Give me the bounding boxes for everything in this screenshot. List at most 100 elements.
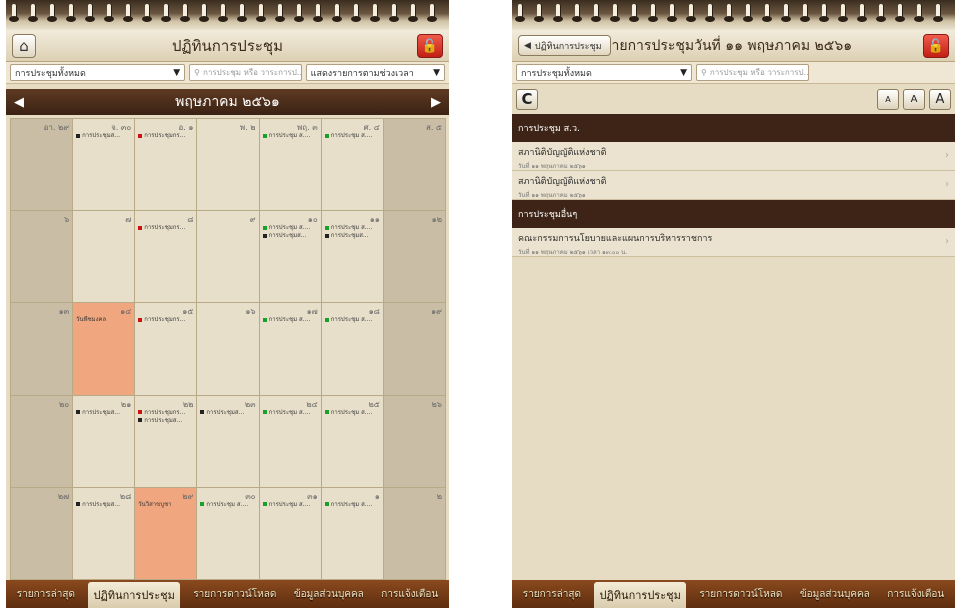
calendar-day-cell[interactable]: ๒๗ — [11, 487, 73, 579]
calendar-day-cell[interactable]: ๖ — [11, 211, 73, 303]
tab-item[interactable]: การแจ้งเตือน — [377, 587, 442, 608]
search-input[interactable]: ⚲ การประชุม หรือ วาระการป... — [189, 64, 302, 81]
calendar-event[interactable]: การประชุมส... — [263, 232, 318, 240]
page-title: ปฏิทินการประชุม — [172, 36, 283, 55]
calendar-day-cell[interactable]: ๑๙ — [383, 303, 445, 395]
font-medium-button[interactable]: A — [903, 88, 925, 110]
calendar-event[interactable]: การประชุมส... — [76, 501, 131, 509]
calendar-day-cell[interactable]: ๙ — [197, 211, 259, 303]
calendar-day-cell[interactable]: ๓๐ การประชุม ส.... — [197, 487, 259, 579]
calendar-day-cell[interactable]: ๒๐ — [11, 395, 73, 487]
calendar-day-cell[interactable]: ๑๒ — [383, 211, 445, 303]
calendar-event[interactable]: การประชุม ส.... — [325, 224, 380, 232]
calendar-day-cell[interactable]: อา. ๒๙ — [11, 119, 73, 211]
calendar-day-cell[interactable]: ๑๗ การประชุม ส.... — [259, 303, 321, 395]
calendar-day-cell[interactable]: ๒๒ การประชุมกร... การประชุมส... — [135, 395, 197, 487]
meeting-title: สภานิติบัญญัติแห่งชาติ — [518, 177, 607, 187]
day-number: ๑๔ — [120, 307, 132, 317]
view-mode-select[interactable]: แสดงรายการตามช่วงเวลา ▼ — [305, 64, 445, 81]
home-button[interactable]: ⌂ — [12, 34, 36, 58]
search-input[interactable]: ⚲ การประชุม หรือ วาระการป... — [696, 64, 809, 81]
tab-item[interactable]: รายการล่าสุด — [519, 587, 585, 608]
calendar-event[interactable]: การประชุมกร... — [138, 132, 193, 140]
calendar-event[interactable]: การประชุม ส.... — [263, 316, 318, 324]
meeting-filter-select[interactable]: การประชุมทั้งหมด ▼ — [10, 64, 186, 81]
tab-item[interactable]: ข้อมูลส่วนบุคคล — [290, 587, 368, 608]
tab-item[interactable]: ข้อมูลส่วนบุคคล — [796, 587, 874, 608]
calendar-event[interactable]: วันวิสาขบูชา — [138, 501, 193, 509]
meeting-list-item[interactable]: สภานิติบัญญัติแห่งชาติ วันที่ ๑๑ พฤษภาคม … — [512, 142, 955, 171]
calendar-day-cell[interactable]: ๒๕ การประชุม ส.... — [321, 395, 383, 487]
calendar-event[interactable]: การประชุมส... — [76, 409, 131, 417]
calendar-day-cell[interactable]: ๒๑ การประชุมส... — [73, 395, 135, 487]
tab-bar: รายการล่าสุด ปฏิทินการประชุม รายการดาวน์โห… — [6, 580, 449, 608]
calendar-day-cell[interactable]: ศ. ๔การประชุม ส.... — [321, 119, 383, 211]
calendar-day-cell[interactable]: ๓๑ การประชุม ส.... — [259, 487, 321, 579]
font-small-button[interactable]: A — [877, 88, 899, 110]
calendar-day-cell[interactable]: ๑๓ — [11, 303, 73, 395]
refresh-button[interactable]: C — [516, 88, 538, 110]
day-number: ๑๓ — [58, 307, 70, 317]
list-toolbar: C A A A — [512, 84, 955, 114]
section-header: การประชุม ส.ว. — [512, 114, 955, 142]
calendar-day-cell[interactable]: ๑๔ วันพืชมงคล — [73, 303, 135, 395]
calendar-day-cell[interactable]: ๒๖ — [383, 395, 445, 487]
calendar-event[interactable]: การประชุมส... — [200, 409, 255, 417]
calendar-day-cell[interactable]: จ. ๓๐ การประชุมส... — [73, 119, 135, 211]
calendar-event[interactable]: การประชุม ส.... — [263, 409, 318, 417]
calendar-event[interactable]: การประชุมส... — [76, 132, 131, 140]
calendar-day-cell[interactable]: พ. ๒ — [197, 119, 259, 211]
calendar-day-cell[interactable]: ส. ๕ — [383, 119, 445, 211]
calendar-event[interactable]: การประชุม ส.... — [263, 132, 318, 140]
tab-item[interactable]: รายการดาวน์โหลด — [695, 587, 786, 608]
calendar-day-cell[interactable]: ๑๕ การประชุมกร... — [135, 303, 197, 395]
lock-button[interactable]: 🔓 — [417, 34, 443, 58]
calendar-event[interactable]: การประชุมกร... — [138, 224, 193, 232]
calendar-day-cell[interactable]: ๒๘ การประชุมส... — [73, 487, 135, 579]
calendar-day-cell[interactable]: พฤ. ๓การประชุม ส.... — [259, 119, 321, 211]
calendar-day-cell[interactable]: ๑๘ การประชุม ส.... — [321, 303, 383, 395]
calendar-event[interactable]: การประชุม ส.... — [325, 132, 380, 140]
calendar-day-cell[interactable]: ๑๑ การประชุม ส.... การประชุมส... — [321, 211, 383, 303]
next-month-button[interactable]: ▶ — [431, 95, 441, 110]
prev-month-button[interactable]: ◀ — [14, 95, 24, 110]
font-large-button[interactable]: A — [929, 88, 951, 110]
calendar-day-cell[interactable]: ๑๖ — [197, 303, 259, 395]
calendar-day-cell[interactable]: ๑การประชุม ส.... — [321, 487, 383, 579]
calendar-event[interactable]: การประชุม ส.... — [200, 501, 255, 509]
calendar-event[interactable]: การประชุม ส.... — [263, 224, 318, 232]
day-number: ๒๑ — [120, 399, 132, 409]
calendar-day-cell[interactable]: ๒ — [383, 487, 445, 579]
calendar-event[interactable]: การประชุมกร... — [138, 316, 193, 324]
meeting-list-item[interactable]: สภานิติบัญญัติแห่งชาติ วันที่ ๑๑ พฤษภาคม … — [512, 171, 955, 200]
calendar-day-cell[interactable]: อ. ๑การประชุมกร... — [135, 119, 197, 211]
calendar-day-cell[interactable]: ๗ — [73, 211, 135, 303]
view-mode-value: แสดงรายการตามช่วงเวลา — [310, 68, 414, 79]
binder-ring — [819, 4, 829, 22]
calendar-day-cell[interactable]: ๒๔ การประชุม ส.... — [259, 395, 321, 487]
calendar-event[interactable]: การประชุม ส.... — [325, 409, 380, 417]
calendar-event[interactable]: การประชุม ส.... — [325, 316, 380, 324]
tab-item[interactable]: ปฏิทินการประชุม — [88, 582, 180, 608]
meeting-list-item[interactable]: คณะกรรมการนโยบายและแผนการบริหารราชการ วัน… — [512, 228, 955, 257]
search-icon: ⚲ — [701, 68, 707, 77]
calendar-day-cell[interactable]: ๒๙ วันวิสาขบูชา — [135, 487, 197, 579]
calendar-event[interactable]: การประชุมส... — [138, 417, 193, 425]
calendar-event[interactable]: การประชุม ส.... — [325, 501, 380, 509]
calendar-event[interactable]: วันพืชมงคล — [76, 316, 131, 324]
calendar-day-cell[interactable]: ๑๐ การประชุม ส.... การประชุมส... — [259, 211, 321, 303]
calendar-event[interactable]: การประชุมส... — [325, 232, 380, 240]
tab-item[interactable]: การแจ้งเตือน — [883, 587, 948, 608]
binder-ring — [389, 4, 399, 22]
calendar-event[interactable]: การประชุม ส.... — [263, 501, 318, 509]
calendar-event[interactable]: การประชุมกร... — [138, 409, 193, 417]
lock-button[interactable]: 🔓 — [923, 34, 949, 58]
binder-ring — [933, 4, 943, 22]
back-button[interactable]: ◀ ปฏิทินการประชุม — [518, 35, 611, 56]
tab-item[interactable]: ปฏิทินการประชุม — [594, 582, 686, 608]
meeting-filter-select[interactable]: การประชุมทั้งหมด ▼ — [516, 64, 692, 81]
tab-item[interactable]: รายการดาวน์โหลด — [189, 587, 280, 608]
tab-item[interactable]: รายการล่าสุด — [13, 587, 79, 608]
calendar-day-cell[interactable]: ๘การประชุมกร... — [135, 211, 197, 303]
calendar-day-cell[interactable]: ๒๓ การประชุมส... — [197, 395, 259, 487]
